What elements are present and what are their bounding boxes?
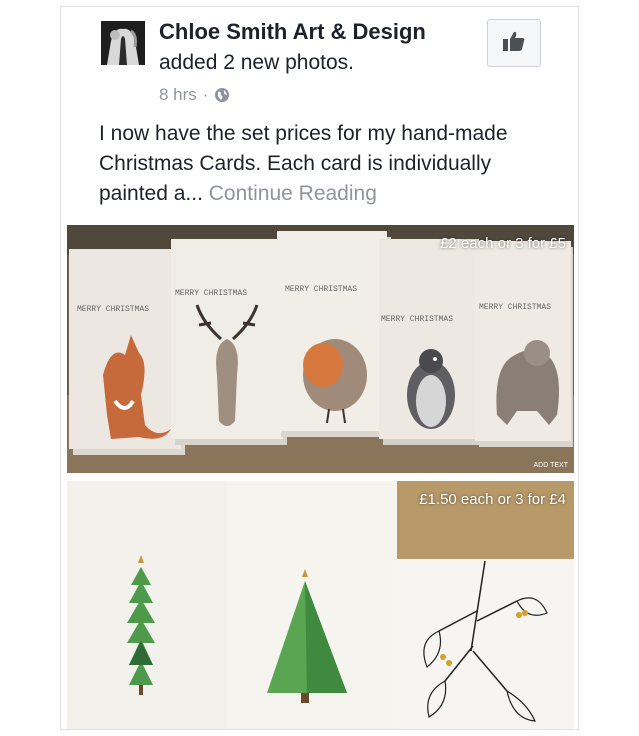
continue-reading-link[interactable]: Continue Reading — [209, 182, 377, 205]
price-label-trees: £1.50 each or 3 for £4 — [419, 491, 566, 508]
polar-bear-card — [475, 241, 573, 447]
post-action-text: added 2 new photos. — [159, 51, 354, 74]
caption-robin: MERRY CHRISTMAS — [285, 285, 357, 294]
stacked-tree-card — [67, 481, 227, 729]
meta-separator: · — [202, 85, 209, 104]
photo-animal-cards[interactable]: MERRY CHRISTMAS MERRY CHRISTMAS MERRY CH… — [67, 225, 574, 473]
thumbs-up-icon — [502, 30, 526, 57]
robin-card — [277, 231, 391, 437]
penguin-card — [379, 239, 483, 445]
page-avatar[interactable] — [101, 21, 145, 65]
add-text-sticker: ADD TEXT — [533, 462, 569, 469]
caption-stag: MERRY CHRISTMAS — [175, 289, 247, 298]
photo-tree-cards[interactable]: £1.50 each or 3 for £4 — [67, 481, 574, 729]
price-label-animals: £2 each or 3 for £5 — [440, 235, 566, 252]
globe-icon — [214, 87, 230, 103]
caption-penguin: MERRY CHRISTMAS — [381, 315, 453, 324]
caption-bear: MERRY CHRISTMAS — [479, 303, 551, 312]
like-button[interactable] — [487, 19, 541, 67]
post-timestamp[interactable]: 8 hrs — [159, 85, 197, 105]
page-name[interactable]: Chloe Smith Art & Design — [159, 19, 426, 45]
triangle-tree-card — [227, 481, 397, 729]
caption-fox: MERRY CHRISTMAS — [77, 305, 149, 314]
stag-card — [171, 239, 287, 445]
post-text: I now have the set prices for my hand-ma… — [99, 119, 549, 209]
mistletoe-card — [397, 559, 574, 729]
facebook-post-card: Chloe Smith Art & Design added 2 new pho… — [60, 6, 579, 730]
fox-card — [69, 249, 185, 455]
post-meta: 8 hrs · — [159, 85, 230, 105]
